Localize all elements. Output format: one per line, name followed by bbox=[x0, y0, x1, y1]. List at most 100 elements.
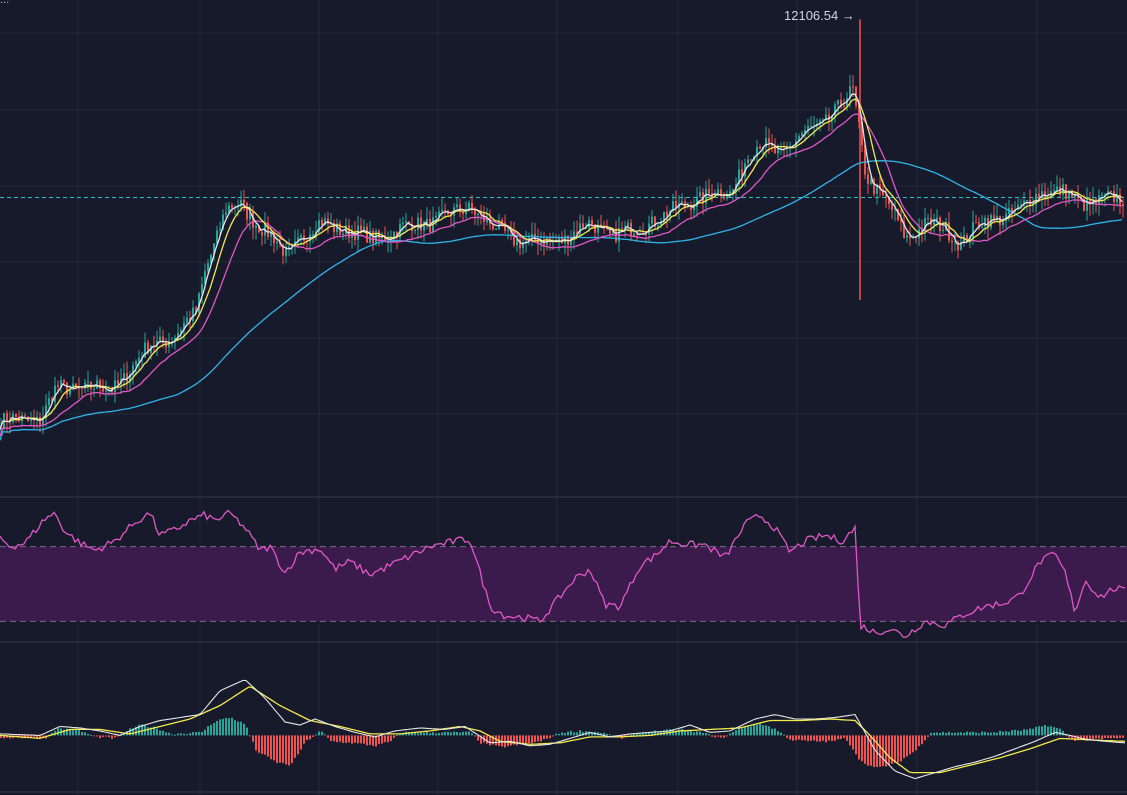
macd-histogram-bar bbox=[768, 726, 770, 736]
macd-histogram-bar bbox=[1026, 729, 1028, 736]
macd-histogram-bar bbox=[1098, 735, 1100, 739]
candle-up bbox=[456, 204, 458, 208]
price-chart[interactable] bbox=[0, 0, 1127, 795]
macd-histogram-bar bbox=[894, 735, 896, 763]
candle-down bbox=[1038, 193, 1040, 198]
macd-histogram-bar bbox=[255, 735, 257, 751]
macd-histogram-bar bbox=[954, 732, 956, 736]
candle-up bbox=[777, 148, 779, 154]
macd-histogram-bar bbox=[381, 735, 383, 744]
macd-histogram-bar bbox=[435, 733, 437, 736]
macd-histogram-bar bbox=[774, 728, 776, 736]
macd-histogram-bar bbox=[459, 732, 461, 736]
macd-histogram-bar bbox=[921, 735, 923, 745]
candle-up bbox=[495, 228, 497, 230]
macd-histogram-bar bbox=[522, 735, 524, 744]
macd-histogram-bar bbox=[471, 733, 473, 736]
macd-histogram-bar bbox=[417, 733, 419, 736]
macd-histogram-bar bbox=[756, 724, 758, 736]
candle-up bbox=[984, 217, 986, 227]
macd-histogram-bar bbox=[999, 730, 1001, 736]
candle-up bbox=[507, 230, 509, 232]
candle-down bbox=[951, 240, 953, 243]
macd-line bbox=[0, 679, 1126, 780]
macd-histogram-bar bbox=[990, 732, 992, 736]
macd-histogram-bar bbox=[252, 735, 254, 742]
macd-histogram-bar bbox=[327, 735, 329, 738]
candle-down bbox=[1110, 190, 1112, 192]
macd-histogram-bar bbox=[336, 735, 338, 743]
macd-histogram-bar bbox=[396, 735, 398, 737]
macd-histogram-bar bbox=[819, 735, 821, 742]
macd-histogram-bar bbox=[729, 733, 731, 736]
macd-histogram-bar bbox=[933, 732, 935, 736]
candle-up bbox=[801, 133, 803, 137]
candle-up bbox=[1086, 198, 1088, 211]
macd-histogram-bar bbox=[426, 731, 428, 736]
candle-up bbox=[138, 357, 140, 362]
macd-histogram-bar bbox=[738, 728, 740, 736]
macd-histogram-bar bbox=[1023, 729, 1025, 736]
macd-histogram-bar bbox=[744, 727, 746, 736]
macd-histogram-bar bbox=[324, 734, 326, 736]
macd-histogram-bar bbox=[345, 735, 347, 744]
macd-histogram-bar bbox=[90, 734, 92, 736]
candle-down bbox=[15, 413, 17, 418]
candle-down bbox=[993, 215, 995, 219]
candle-down bbox=[1122, 204, 1124, 207]
candle-up bbox=[402, 222, 404, 224]
macd-histogram-bar bbox=[165, 732, 167, 736]
candle-up bbox=[810, 126, 812, 128]
macd-histogram-bar bbox=[858, 735, 860, 760]
macd-histogram-bar bbox=[897, 735, 899, 763]
candle-down bbox=[66, 382, 68, 395]
macd-histogram-bar bbox=[387, 735, 389, 743]
macd-histogram-bar bbox=[1101, 735, 1103, 740]
candle-down bbox=[117, 380, 119, 385]
candle-down bbox=[420, 217, 422, 231]
macd-histogram-bar bbox=[1113, 735, 1115, 738]
candle-down bbox=[24, 415, 26, 417]
macd-histogram-bar bbox=[984, 731, 986, 736]
macd-histogram-bar bbox=[711, 735, 713, 737]
candle-down bbox=[102, 388, 104, 392]
macd-histogram-bar bbox=[309, 735, 311, 740]
macd-histogram-bar bbox=[705, 732, 707, 736]
candle-up bbox=[417, 217, 419, 230]
macd-histogram-bar bbox=[1122, 735, 1124, 738]
candle-up bbox=[837, 99, 839, 105]
macd-histogram-bar bbox=[852, 735, 854, 750]
macd-histogram-bar bbox=[276, 735, 278, 764]
macd-histogram-bar bbox=[162, 730, 164, 736]
macd-histogram-bar bbox=[840, 735, 842, 739]
macd-histogram-bar bbox=[378, 735, 380, 745]
macd-histogram-bar bbox=[333, 735, 335, 742]
macd-histogram-bar bbox=[297, 735, 299, 755]
macd-histogram-bar bbox=[855, 735, 857, 755]
candle-up bbox=[927, 217, 929, 219]
macd-histogram-bar bbox=[1089, 735, 1091, 740]
macd-histogram-bar bbox=[810, 735, 812, 741]
candle-down bbox=[366, 226, 368, 243]
macd-histogram-bar bbox=[78, 729, 80, 736]
macd-histogram-bar bbox=[462, 731, 464, 736]
macd-histogram-bar bbox=[573, 732, 575, 736]
candle-up bbox=[300, 235, 302, 238]
macd-histogram-bar bbox=[963, 732, 965, 736]
candle-down bbox=[891, 204, 893, 211]
macd-histogram-bar bbox=[243, 723, 245, 736]
macd-histogram-bar bbox=[357, 735, 359, 744]
macd-histogram-bar bbox=[1032, 728, 1034, 736]
macd-histogram-bar bbox=[564, 733, 566, 736]
candle-down bbox=[591, 220, 593, 225]
macd-histogram-bar bbox=[534, 735, 536, 742]
candle-down bbox=[327, 218, 329, 225]
candle-up bbox=[225, 212, 227, 215]
candle-up bbox=[48, 398, 50, 406]
candle-down bbox=[63, 380, 65, 383]
high-price-value: 12106.54 bbox=[784, 8, 839, 23]
candle-up bbox=[747, 159, 749, 164]
candle-up bbox=[996, 216, 998, 219]
candle-up bbox=[30, 419, 32, 421]
macd-histogram-bar bbox=[1014, 729, 1016, 736]
